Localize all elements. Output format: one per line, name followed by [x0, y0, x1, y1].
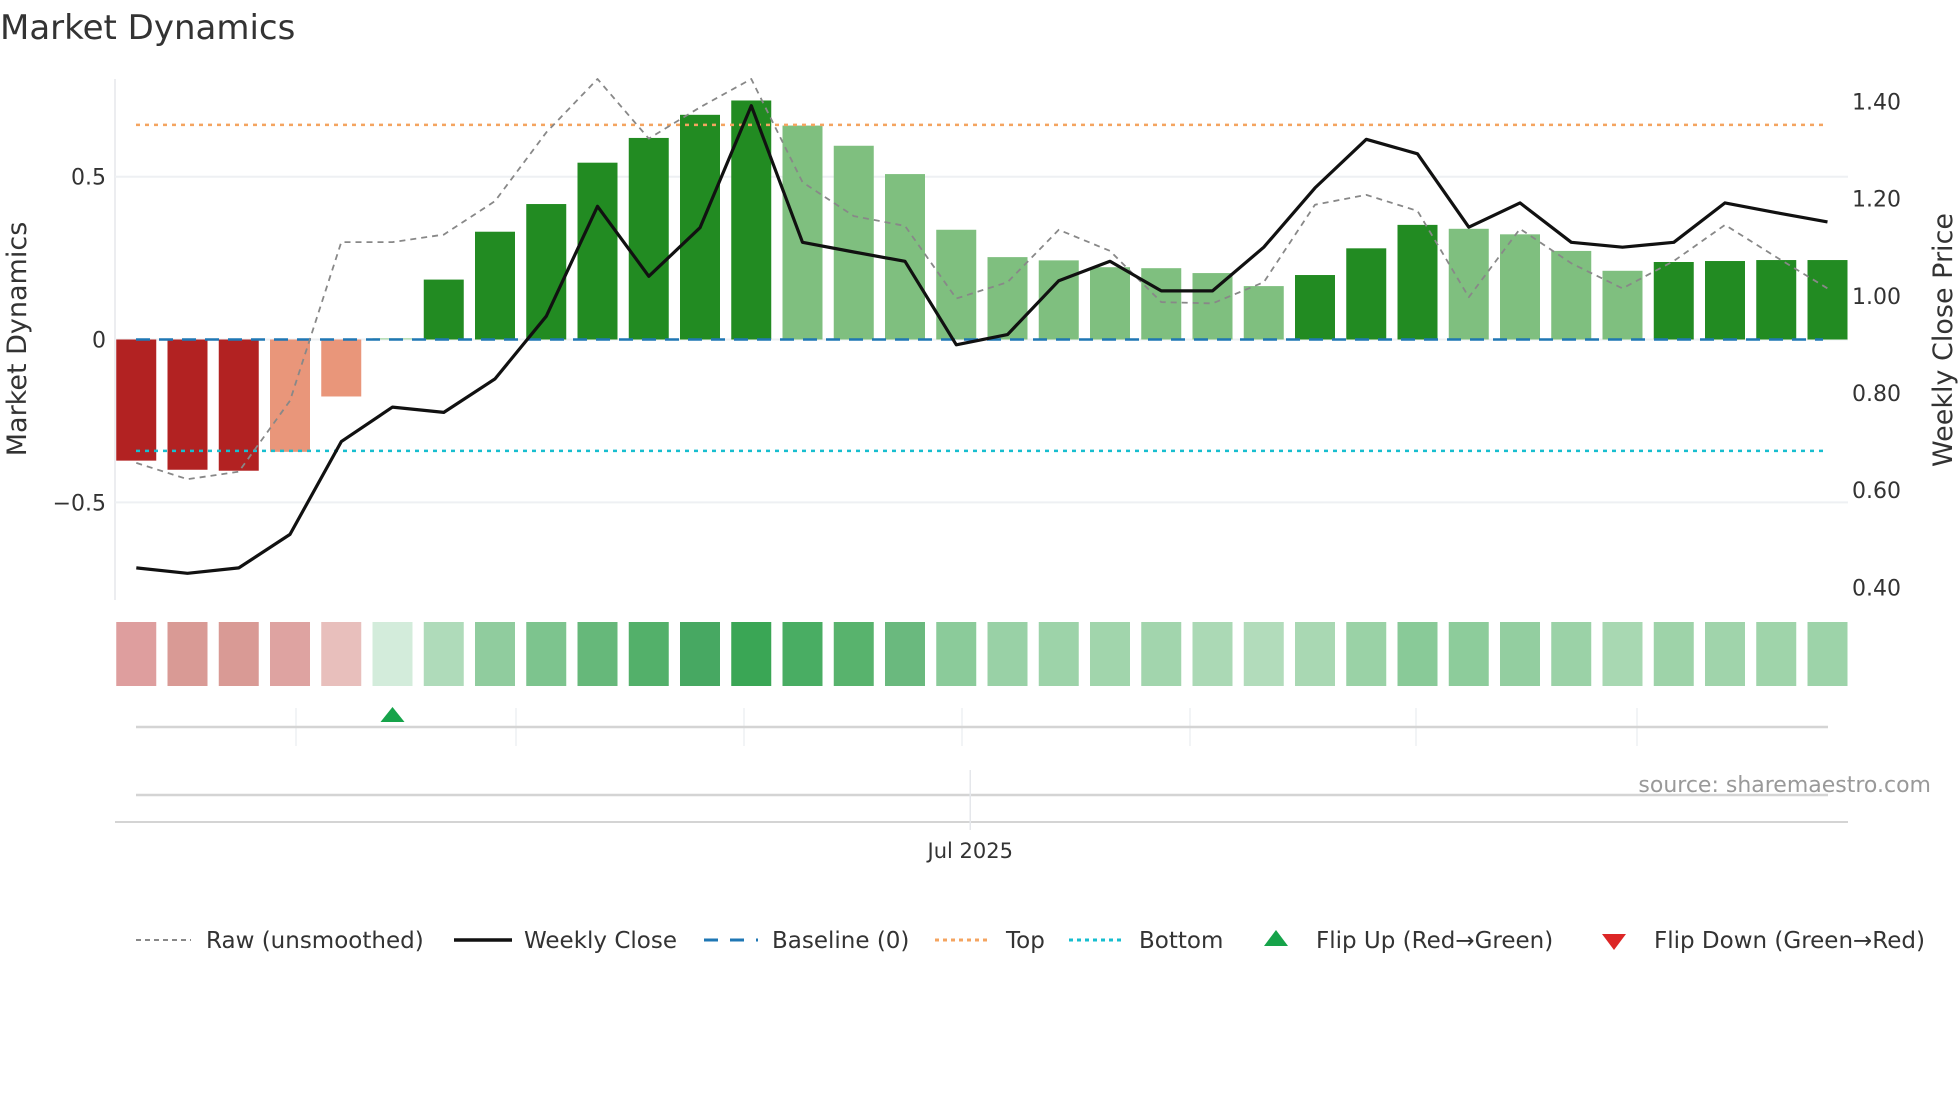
heatmap-cell	[833, 622, 874, 686]
bar	[1397, 224, 1438, 340]
triangle-up-icon	[1264, 930, 1288, 946]
heatmap-cell	[1500, 622, 1540, 686]
legend-item: Weekly Close	[454, 928, 677, 954]
bar	[1090, 267, 1130, 340]
y2-tick-label: 0.60	[1852, 479, 1901, 504]
heatmap-cell	[1448, 622, 1489, 686]
heatmap-cell	[1038, 622, 1079, 686]
heatmap-cell	[782, 622, 823, 686]
bar	[116, 339, 157, 461]
bar	[782, 125, 823, 340]
heatmap-cell	[936, 622, 977, 686]
bar	[1295, 275, 1335, 340]
heatmap-cell	[577, 622, 618, 686]
legend-label: Baseline (0)	[772, 928, 909, 954]
legend-item: Bottom	[1069, 928, 1223, 954]
y2-axis-title: Weekly Close Price	[1928, 213, 1959, 467]
bar	[526, 204, 567, 340]
heatmap-cell	[1192, 622, 1233, 686]
y2-tick-label: 0.40	[1852, 576, 1901, 601]
heatmap-cell	[423, 622, 464, 686]
bar	[1500, 234, 1540, 340]
bar	[1448, 228, 1489, 340]
y2-tick-label: 1.20	[1852, 188, 1901, 213]
bar	[1705, 261, 1745, 340]
bar	[270, 339, 310, 452]
heatmap-cell	[1653, 622, 1694, 686]
bar	[1141, 268, 1182, 340]
heatmap-cell	[116, 622, 157, 686]
bar	[833, 145, 874, 340]
legend-item: Baseline (0)	[704, 928, 909, 954]
bar	[577, 162, 618, 340]
y-tick-label: 0.5	[71, 166, 106, 191]
y-tick-label: −0.5	[53, 491, 106, 516]
bar	[1038, 260, 1079, 340]
bar	[1653, 262, 1694, 340]
heatmap-cell	[1397, 622, 1438, 686]
heatmap-cell	[1807, 622, 1848, 686]
legend: Raw (unsmoothed) Weekly Close Baseline (0)…	[136, 928, 1925, 954]
heatmap-cell	[1705, 622, 1745, 686]
legend-item: Top	[935, 928, 1045, 954]
market-dynamics-chart: Market Dynamics 0.5 0 −0.5 1.40 1.20 1.00 0.80…	[0, 8, 1959, 954]
legend-item: Flip Up (Red→Green)	[1264, 928, 1553, 954]
heatmap-strip	[116, 622, 1848, 686]
heatmap-cell	[1141, 622, 1182, 686]
bar	[1756, 260, 1797, 340]
y-tick-label: 0	[92, 329, 106, 354]
bar	[1192, 273, 1233, 340]
y2-tick-label: 1.00	[1852, 285, 1901, 310]
source-label: source: sharemaestro.com	[1638, 773, 1931, 798]
bars	[116, 100, 1848, 471]
heatmap-cell	[218, 622, 259, 686]
heatmap-cell	[1295, 622, 1335, 686]
heatmap-cell	[680, 622, 720, 686]
bar	[987, 257, 1028, 340]
x-tick-label: Jul 2025	[926, 839, 1013, 863]
bar	[885, 174, 925, 340]
chart-title: Market Dynamics	[0, 8, 295, 48]
heatmap-cell	[167, 622, 208, 686]
heatmap-cell	[731, 622, 772, 686]
bar	[321, 339, 362, 397]
heatmap-cell	[987, 622, 1028, 686]
legend-label: Bottom	[1139, 928, 1223, 954]
y-axis-title: Market Dynamics	[2, 222, 33, 457]
heatmap-cell	[1346, 622, 1387, 686]
heatmap-cell	[1551, 622, 1592, 686]
legend-label: Weekly Close	[524, 928, 677, 954]
heatmap-cell	[270, 622, 310, 686]
legend-label: Flip Up (Red→Green)	[1316, 928, 1553, 954]
bar	[628, 137, 669, 340]
heatmap-cell	[1243, 622, 1284, 686]
bar	[475, 231, 515, 340]
bar	[1807, 260, 1848, 340]
triangle-down-icon	[1602, 934, 1626, 950]
flip-up-marker-icon	[380, 707, 405, 722]
legend-label: Flip Down (Green→Red)	[1654, 928, 1925, 954]
legend-label: Top	[1005, 928, 1045, 954]
heatmap-cell	[1602, 622, 1643, 686]
y2-tick-label: 0.80	[1852, 382, 1901, 407]
x-axis: Jul 2025	[115, 770, 1848, 863]
flip-row	[136, 707, 1828, 746]
heatmap-cell	[475, 622, 515, 686]
bar	[1243, 286, 1284, 340]
bar	[423, 279, 464, 340]
heatmap-cell	[372, 622, 413, 686]
heatmap-cell	[321, 622, 362, 686]
heatmap-cell	[1756, 622, 1797, 686]
heatmap-cell	[628, 622, 669, 686]
heatmap-cell	[885, 622, 925, 686]
legend-item: Raw (unsmoothed)	[136, 928, 424, 954]
heatmap-cell	[1090, 622, 1130, 686]
legend-item: Flip Down (Green→Red)	[1602, 928, 1925, 954]
legend-label: Raw (unsmoothed)	[206, 928, 424, 954]
heatmap-cell	[526, 622, 567, 686]
y2-tick-label: 1.40	[1852, 90, 1901, 115]
bar	[1346, 248, 1387, 340]
